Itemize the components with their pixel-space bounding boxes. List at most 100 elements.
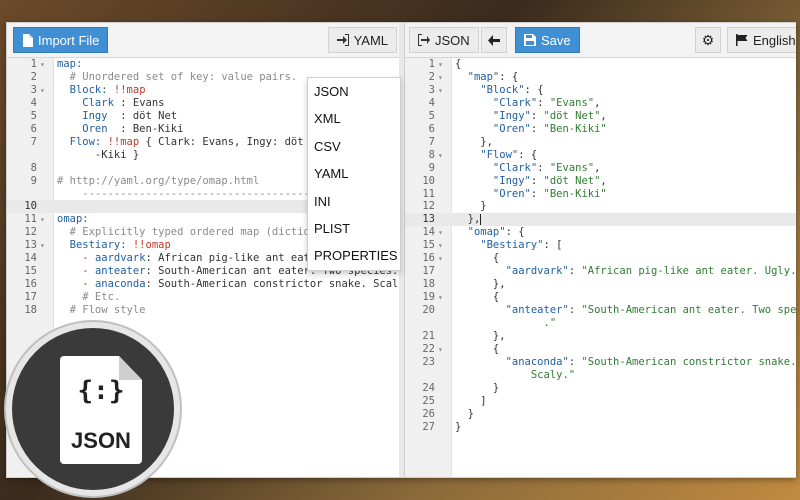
- code-token: {: [455, 252, 500, 265]
- fold-toggle-icon[interactable]: ▾: [438, 239, 448, 252]
- code-line[interactable]: 20 "anteater": "South-American ant eater…: [405, 304, 796, 317]
- fold-toggle-icon[interactable]: ▾: [438, 149, 448, 162]
- code-line[interactable]: 11 "Oren": "Ben-Kiki": [405, 188, 796, 201]
- code-token: "anaconda": [455, 355, 569, 368]
- line-number: 18: [422, 278, 435, 291]
- code-token: ,: [600, 174, 607, 187]
- format-option-yaml[interactable]: YAML: [308, 160, 400, 187]
- save-button[interactable]: Save: [515, 27, 580, 53]
- fold-toggle-icon[interactable]: ▾: [438, 84, 448, 97]
- code-line[interactable]: 7 },: [405, 136, 796, 149]
- code-text: # Etc.: [57, 291, 120, 304]
- code-token: "map": [455, 70, 500, 83]
- code-line[interactable]: 1 ▾ {: [405, 58, 796, 71]
- line-number: 13: [422, 213, 435, 226]
- code-text: {: [455, 291, 499, 304]
- code-line[interactable]: Scaly.": [405, 369, 796, 382]
- code-line[interactable]: 17 "aardvark": "African pig-like ant eat…: [405, 265, 796, 278]
- code-token: "Oren": [455, 122, 531, 135]
- line-number: 10: [422, 174, 435, 187]
- fold-toggle-icon[interactable]: ▾: [438, 252, 448, 265]
- code-line[interactable]: 16 ▾ {: [405, 252, 796, 265]
- line-number: 15: [24, 265, 37, 278]
- code-token: !!map: [107, 135, 140, 148]
- code-token: :: [530, 187, 544, 200]
- fold-toggle-icon[interactable]: ▾: [438, 291, 448, 304]
- code-line[interactable]: 14 ▾ "omap": {: [405, 226, 796, 239]
- code-text: }: [455, 382, 499, 395]
- fold-toggle-icon[interactable]: ▾: [40, 239, 50, 252]
- format-option-plist[interactable]: PLIST: [308, 215, 400, 242]
- code-line[interactable]: 8 ▾ "Flow": {: [405, 149, 796, 162]
- line-number: 4: [428, 96, 435, 109]
- json-button[interactable]: JSON: [409, 27, 479, 53]
- code-line[interactable]: 13 },: [405, 213, 796, 227]
- format-option-csv[interactable]: CSV: [308, 133, 400, 160]
- file-icon: [22, 33, 33, 47]
- back-button[interactable]: [481, 27, 507, 53]
- code-token: !!omap: [132, 239, 171, 252]
- import-file-button[interactable]: Import File: [13, 27, 109, 53]
- code-line[interactable]: 4 "Clark": "Evans",: [405, 97, 796, 110]
- format-option-json[interactable]: JSON: [308, 78, 400, 105]
- code-text: "anteater": "South-American ant eater. T…: [455, 304, 796, 317]
- fold-toggle-icon[interactable]: ▾: [438, 58, 448, 71]
- format-option-ini[interactable]: INI: [308, 188, 400, 215]
- format-option-xml[interactable]: XML: [308, 105, 400, 132]
- language-button[interactable]: English: [727, 27, 796, 53]
- code-line[interactable]: 18 # Flow style: [7, 304, 399, 317]
- line-number: 12: [422, 200, 435, 213]
- fold-toggle-icon[interactable]: ▾: [438, 226, 448, 239]
- code-line[interactable]: .": [405, 317, 796, 330]
- fold-toggle-icon[interactable]: ▾: [438, 343, 448, 356]
- fold-toggle-icon[interactable]: ▾: [40, 213, 50, 226]
- line-number: 5: [428, 109, 435, 122]
- fold-toggle-icon[interactable]: ▾: [40, 84, 50, 97]
- code-line[interactable]: 1 ▾ map:: [7, 58, 399, 71]
- code-text: },: [455, 330, 506, 343]
- code-token: },: [455, 329, 506, 342]
- code-text: Bestiary: !!omap: [57, 239, 171, 252]
- code-line[interactable]: 22 ▾ {: [405, 343, 796, 356]
- code-line[interactable]: 15 ▾ "Bestiary": [: [405, 239, 796, 252]
- code-line[interactable]: 23 "anaconda": "South-American constrict…: [405, 356, 796, 369]
- code-line[interactable]: 17 # Etc.: [7, 291, 399, 304]
- code-line[interactable]: 9 "Clark": "Evans",: [405, 162, 796, 175]
- code-line[interactable]: 3 ▾ "Block": {: [405, 84, 796, 97]
- yaml-format-dropdown-button[interactable]: YAML: [327, 27, 397, 53]
- code-line[interactable]: 27}: [405, 421, 796, 434]
- code-line[interactable]: 2 ▾ "map": {: [405, 71, 796, 84]
- json-editor[interactable]: 1 ▾{2 ▾ "map": {3 ▾ "Block": {4 "Clark": "E…: [405, 58, 796, 477]
- code-line[interactable]: 19 ▾ {: [405, 291, 796, 304]
- code-line[interactable]: 5 "Ingy": "döt Net",: [405, 110, 796, 123]
- code-text: omap:: [57, 213, 89, 226]
- code-token: {: [455, 342, 500, 355]
- line-number: 17: [24, 291, 37, 304]
- settings-button[interactable]: ⚙: [695, 27, 721, 53]
- code-token: }: [455, 200, 487, 213]
- code-line[interactable]: 6 "Oren": "Ben-Kiki": [405, 123, 796, 136]
- fold-toggle-icon[interactable]: ▾: [438, 71, 448, 84]
- save-button-label: Save: [541, 32, 571, 48]
- fold-toggle-icon[interactable]: ▾: [40, 58, 50, 71]
- code-token: "South-American ant eater. Two species: [581, 304, 796, 317]
- code-token: anteater: [94, 265, 146, 278]
- sign-in-icon: [336, 34, 349, 46]
- code-line[interactable]: 26 }: [405, 408, 796, 421]
- line-number: 8: [428, 148, 435, 161]
- code-token: aardvark: [94, 252, 146, 265]
- code-token: Block:: [57, 83, 114, 96]
- code-line[interactable]: 10 "Ingy": "döt Net",: [405, 175, 796, 188]
- code-line[interactable]: 25 ]: [405, 395, 796, 408]
- code-line[interactable]: 18 },: [405, 278, 796, 291]
- code-line[interactable]: 24 }: [405, 382, 796, 395]
- line-number: 16: [24, 278, 37, 291]
- code-line[interactable]: 16 - anaconda: South-American constricto…: [7, 278, 399, 291]
- line-number: 2: [30, 70, 37, 83]
- code-line[interactable]: 21 },: [405, 330, 796, 343]
- line-number: 22: [422, 342, 435, 355]
- code-token: : [: [543, 239, 563, 252]
- format-option-properties[interactable]: PROPERTIES: [308, 242, 400, 269]
- code-line[interactable]: 12 }: [405, 200, 796, 213]
- code-text: "Oren": "Ben-Kiki": [455, 188, 607, 201]
